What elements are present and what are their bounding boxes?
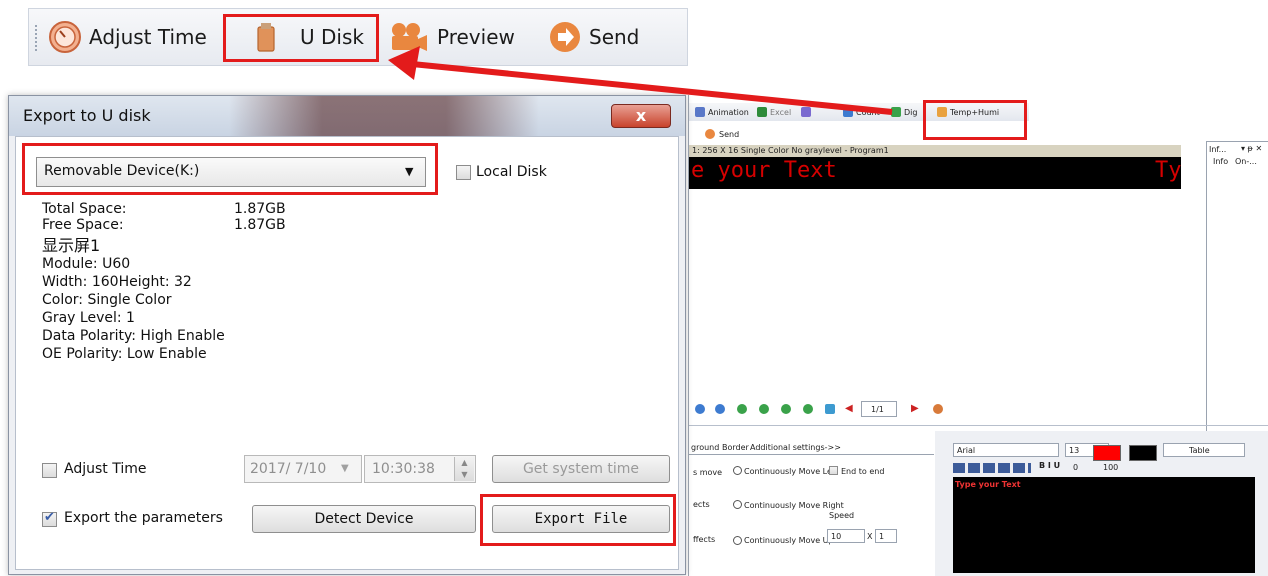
arrow-line	[411, 61, 893, 115]
arrow-head	[388, 46, 420, 80]
annotation-arrow	[388, 46, 893, 115]
